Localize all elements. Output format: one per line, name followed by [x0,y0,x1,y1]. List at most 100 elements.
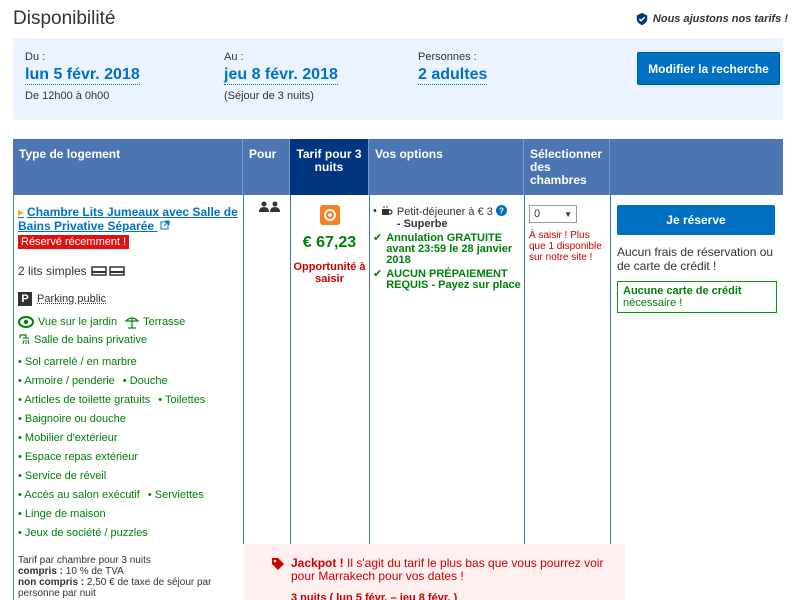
room-options: • Petit-déjeuner à € 3 ? - Superbe ✔ Ann… [373,205,523,291]
price-cell: € 67,23 Opportunité à saisir [290,195,369,545]
list-item: • Espace repas extérieur [18,451,139,463]
arrow-right-icon: ▸ [18,205,25,219]
no-fees-note: Aucun frais de réservation ou de carte d… [617,245,774,273]
persons-value[interactable]: 2 adultes [418,66,488,85]
check-icon: ✔ [373,232,383,244]
jackpot-title: Jackpot ! [291,556,344,570]
jackpot-message: Jackpot ! Il s'agit du tarif le plus bas… [291,557,621,583]
availability-header: Disponibilité Nous ajustons nos tarifs ! [13,6,788,34]
jackpot-dates: 3 nuits ( lun 5 févr. – jeu 8 févr. ) [291,592,458,600]
opportunity-label: Opportunité à saisir [293,261,366,285]
deal-icon [319,205,340,225]
rooms-table: Type de logement Pour Tarif pour 3 nuits… [13,139,783,600]
bullet-icon: • [373,205,377,217]
room-name: Chambre Lits Jumeaux avec Salle de Bains… [18,205,238,233]
column-divider [524,195,525,600]
external-link-icon [160,220,170,230]
no-credit-card-title: Aucune carte de crédit [623,285,742,297]
price-adjust-note: Nous ajustons nos tarifs ! [635,12,788,26]
checkout-block: Au : jeu 8 févr. 2018 (Séjour de 3 nuits… [224,51,338,102]
two-persons-icon [259,201,280,212]
garden-view-label: Vue sur le jardin [38,316,118,328]
price-note-excluded: non compris : 2,50 € de taxe de séjour p… [18,577,212,599]
room-quantity-cell: 0 ▼ À saisir ! Plus que 1 disponible sur… [529,205,609,263]
bed-info: 2 lits simples [18,264,125,278]
price-note-included: compris : 10 % de TVA [18,566,124,577]
checkin-hours: De 12h00 à 0h00 [25,90,110,102]
room-name-link[interactable]: ▸ Chambre Lits Jumeaux avec Salle de Bain… [18,205,248,233]
page-title: Disponibilité [13,8,116,29]
checkin-block: Du : lun 5 févr. 2018 De 12h00 à 0h00 [25,51,140,102]
room-facilities-list: • Sol carrelé / en marbre • Armoire / pe… [18,353,205,543]
shower-icon [19,334,30,345]
private-bathroom-label: Salle de bains privative [34,334,148,346]
list-item: • Jeux de société / puzzles [18,527,148,539]
price-adjust-text: Nous ajustons nos tarifs ! [652,13,788,25]
breakfast-label: Petit-déjeuner à € 3 [396,206,493,218]
checkin-date[interactable]: lun 5 févr. 2018 [25,66,140,85]
no-prepayment: ✔ AUCUN PRÉPAIEMENT REQUIS - Payez sur p… [373,269,523,291]
list-item: • Linge de maison [18,508,106,520]
feature-bathroom: Salle de bains privative [18,334,147,346]
stay-length: (Séjour de 3 nuits) [224,90,314,102]
no-credit-card-sub: nécessaire ! [623,297,683,309]
price-value: € 67,23 [302,234,357,251]
prepayment-text: AUCUN PRÉPAIEMENT REQUIS - Payez sur pla… [386,268,521,291]
list-item: • Articles de toilette gratuits • Toilett… [18,394,206,406]
coffee-cup-icon [381,206,393,215]
jackpot-banner: Jackpot ! Il s'agit du tarif le plus bas… [243,544,625,600]
list-item: • Armoire / penderie • Douche [18,375,168,387]
info-icon[interactable]: ? [495,205,507,216]
price-tag-icon [272,558,284,570]
checkout-label: Au : [224,51,244,63]
header-reserve [610,139,783,195]
shield-check-icon [636,12,648,26]
free-cancellation: ✔ Annulation GRATUITE avant 23:59 le 28 … [373,233,523,266]
list-item: • Accès au salon exécutif • Serviettes [18,489,204,501]
column-divider [610,195,611,600]
search-summary: Du : lun 5 févr. 2018 De 12h00 à 0h00 Au… [13,38,783,120]
persons-label: Personnes : [418,51,477,63]
column-divider [369,195,370,600]
recently-booked-badge: Réservé récemment ! [18,235,130,249]
breakfast-rating: - Superbe [396,218,448,230]
table-header: Type de logement Pour Tarif pour 3 nuits… [13,139,783,195]
check-icon: ✔ [373,268,383,280]
parking-info: P Parking public [18,292,106,306]
single-bed-icon [90,266,125,276]
header-pour: Pour [243,139,290,195]
table-border-left [13,195,14,600]
price-breakdown-note: Tarif par chambre pour 3 nuits compris :… [18,555,228,599]
price-note-line: Tarif par chambre pour 3 nuits [18,555,151,566]
room-quantity-value: 0 [534,208,541,220]
persons-block: Personnes : 2 adultes [418,51,488,85]
column-divider [243,195,244,600]
chevron-down-icon: ▼ [564,209,572,219]
header-select: Sélectionner des chambres [524,139,610,195]
header-tarif[interactable]: Tarif pour 3 nuits [290,139,369,195]
no-credit-card-box: Aucune carte de crédit nécessaire ! [617,281,777,313]
list-item: • Mobilier d'extérieur [18,432,118,444]
eye-icon [18,316,34,328]
list-item: • Service de réveil [18,470,107,482]
bed-count: 2 lits simples [18,264,87,278]
room-quantity-select[interactable]: 0 ▼ [529,205,577,223]
umbrella-icon [125,317,140,329]
parking-label[interactable]: Parking public [37,293,106,305]
reserve-cell: Je réserve Aucun frais de réservation ou… [617,205,777,313]
availability-note: À saisir ! Plus que 1 disponible sur not… [529,230,602,263]
occupancy [259,201,281,216]
header-type: Type de logement [13,139,243,195]
breakfast-option: • Petit-déjeuner à € 3 ? - Superbe [373,205,523,230]
list-item: • Baignoire ou douche [18,413,126,425]
terrace-label: Terrasse [143,316,186,328]
modify-search-button[interactable]: Modifier la recherche [637,52,780,85]
svg-text:?: ? [499,207,504,216]
checkout-date[interactable]: jeu 8 févr. 2018 [224,66,338,85]
reserve-button[interactable]: Je réserve [617,205,775,235]
feature-view-terrace: Vue sur le jardin Terrasse [18,315,185,329]
header-options: Vos options [369,139,524,195]
list-item: • Sol carrelé / en marbre [18,356,137,368]
checkin-label: Du : [25,51,46,63]
parking-icon: P [18,292,32,306]
